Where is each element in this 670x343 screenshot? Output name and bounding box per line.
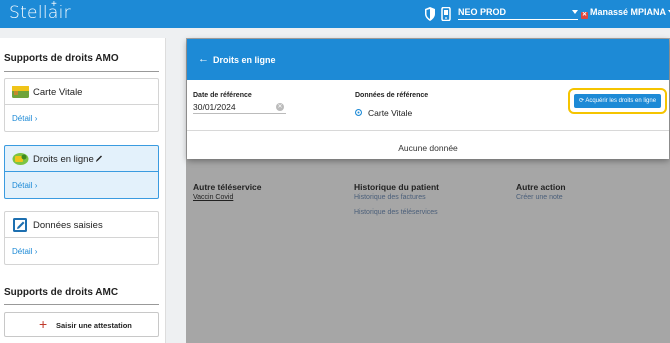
reference-date-input[interactable]: 30/01/2024 ✕ [193, 102, 286, 114]
detail-link[interactable]: Détail › [12, 181, 37, 190]
left-panel: Supports de droits AMO Carte Vitale Déta… [0, 38, 166, 343]
block-title: Autre téléservice [193, 182, 262, 192]
card-label: Données saisies [33, 220, 103, 231]
create-note-link[interactable]: Créer une note [516, 194, 566, 201]
amc-section-title: Supports de droits AMC [4, 287, 119, 298]
user-status-icon: ✕ [581, 12, 588, 19]
user-menu[interactable]: ✕ Manassé MPIANA [581, 7, 670, 19]
other-teleservice-block: Autre téléservice Vaccin Covid [193, 182, 262, 201]
site-select[interactable]: NEO PROD [458, 7, 578, 20]
detail-link[interactable]: Détail › [12, 247, 37, 256]
card-header: Carte Vitale [5, 79, 158, 105]
phone-icon[interactable] [440, 7, 452, 21]
divider [187, 130, 669, 131]
top-bar: Stellair + NEO PROD ✕ Manassé MPIANA [0, 0, 670, 28]
carte-vitale-radio[interactable] [355, 109, 362, 116]
card-carte-vitale[interactable]: Carte Vitale Détail › [4, 78, 159, 132]
refresh-icon: ⟳ [578, 98, 584, 104]
card-droits-en-ligne[interactable]: Droits en ligne Détail › [4, 145, 159, 199]
card-label: Droits en ligne [33, 154, 94, 165]
block-title: Historique du patient [354, 182, 439, 192]
acquire-rights-button[interactable]: ⟳ Acquérir les droits en ligne [574, 94, 661, 108]
invoice-history-link[interactable]: Historique des factures [354, 194, 439, 201]
chevron-down-icon [572, 10, 578, 14]
patient-history-block: Historique du patient Historique des fac… [354, 182, 439, 216]
highlight-frame: ⟳ Acquérir les droits en ligne [568, 88, 667, 114]
card-header: Données saisies [5, 212, 158, 238]
card-donnees-saisies[interactable]: Données saisies Détail › [4, 211, 159, 265]
app-logo[interactable]: Stellair [9, 3, 71, 23]
empty-state-text: Aucune donnée [398, 143, 458, 153]
divider [4, 71, 159, 72]
add-attestation-button[interactable]: + Saisir une attestation [4, 312, 159, 337]
detail-link[interactable]: Détail › [12, 114, 37, 123]
vaccin-covid-link[interactable]: Vaccin Covid [193, 194, 262, 201]
user-name: Manassé MPIANA [590, 7, 667, 17]
dialog-title: Droits en ligne [213, 55, 276, 65]
date-label: Date de référence [193, 92, 252, 99]
card-icon [12, 86, 29, 98]
amo-section-title: Supports de droits AMO [4, 53, 119, 64]
droits-en-ligne-dialog: ← Droits en ligne Date de référence 30/0… [187, 39, 669, 159]
online-rights-icon [12, 153, 29, 165]
chevron-right-icon: › [34, 181, 38, 190]
pencil-icon[interactable] [95, 154, 103, 163]
clear-icon[interactable]: ✕ [276, 103, 284, 111]
chevron-right-icon: › [34, 114, 38, 123]
edit-icon [13, 218, 27, 232]
teleservice-history-link[interactable]: Historique des téléservices [354, 209, 439, 216]
arrow-left-icon[interactable]: ← [198, 53, 209, 65]
dialog-header: ← Droits en ligne [187, 39, 669, 80]
block-title: Autre action [516, 182, 566, 192]
chevron-right-icon: › [34, 247, 38, 256]
other-action-block: Autre action Créer une note [516, 182, 566, 201]
radio-label: Carte Vitale [368, 108, 413, 118]
plus-icon: + [39, 316, 48, 332]
logo-plus-mark: + [51, 0, 57, 10]
reference-data-label: Données de référence [355, 92, 429, 99]
divider [4, 304, 159, 305]
shield-icon[interactable] [424, 7, 436, 21]
card-header: Droits en ligne [5, 146, 158, 172]
card-label: Carte Vitale [33, 87, 83, 98]
